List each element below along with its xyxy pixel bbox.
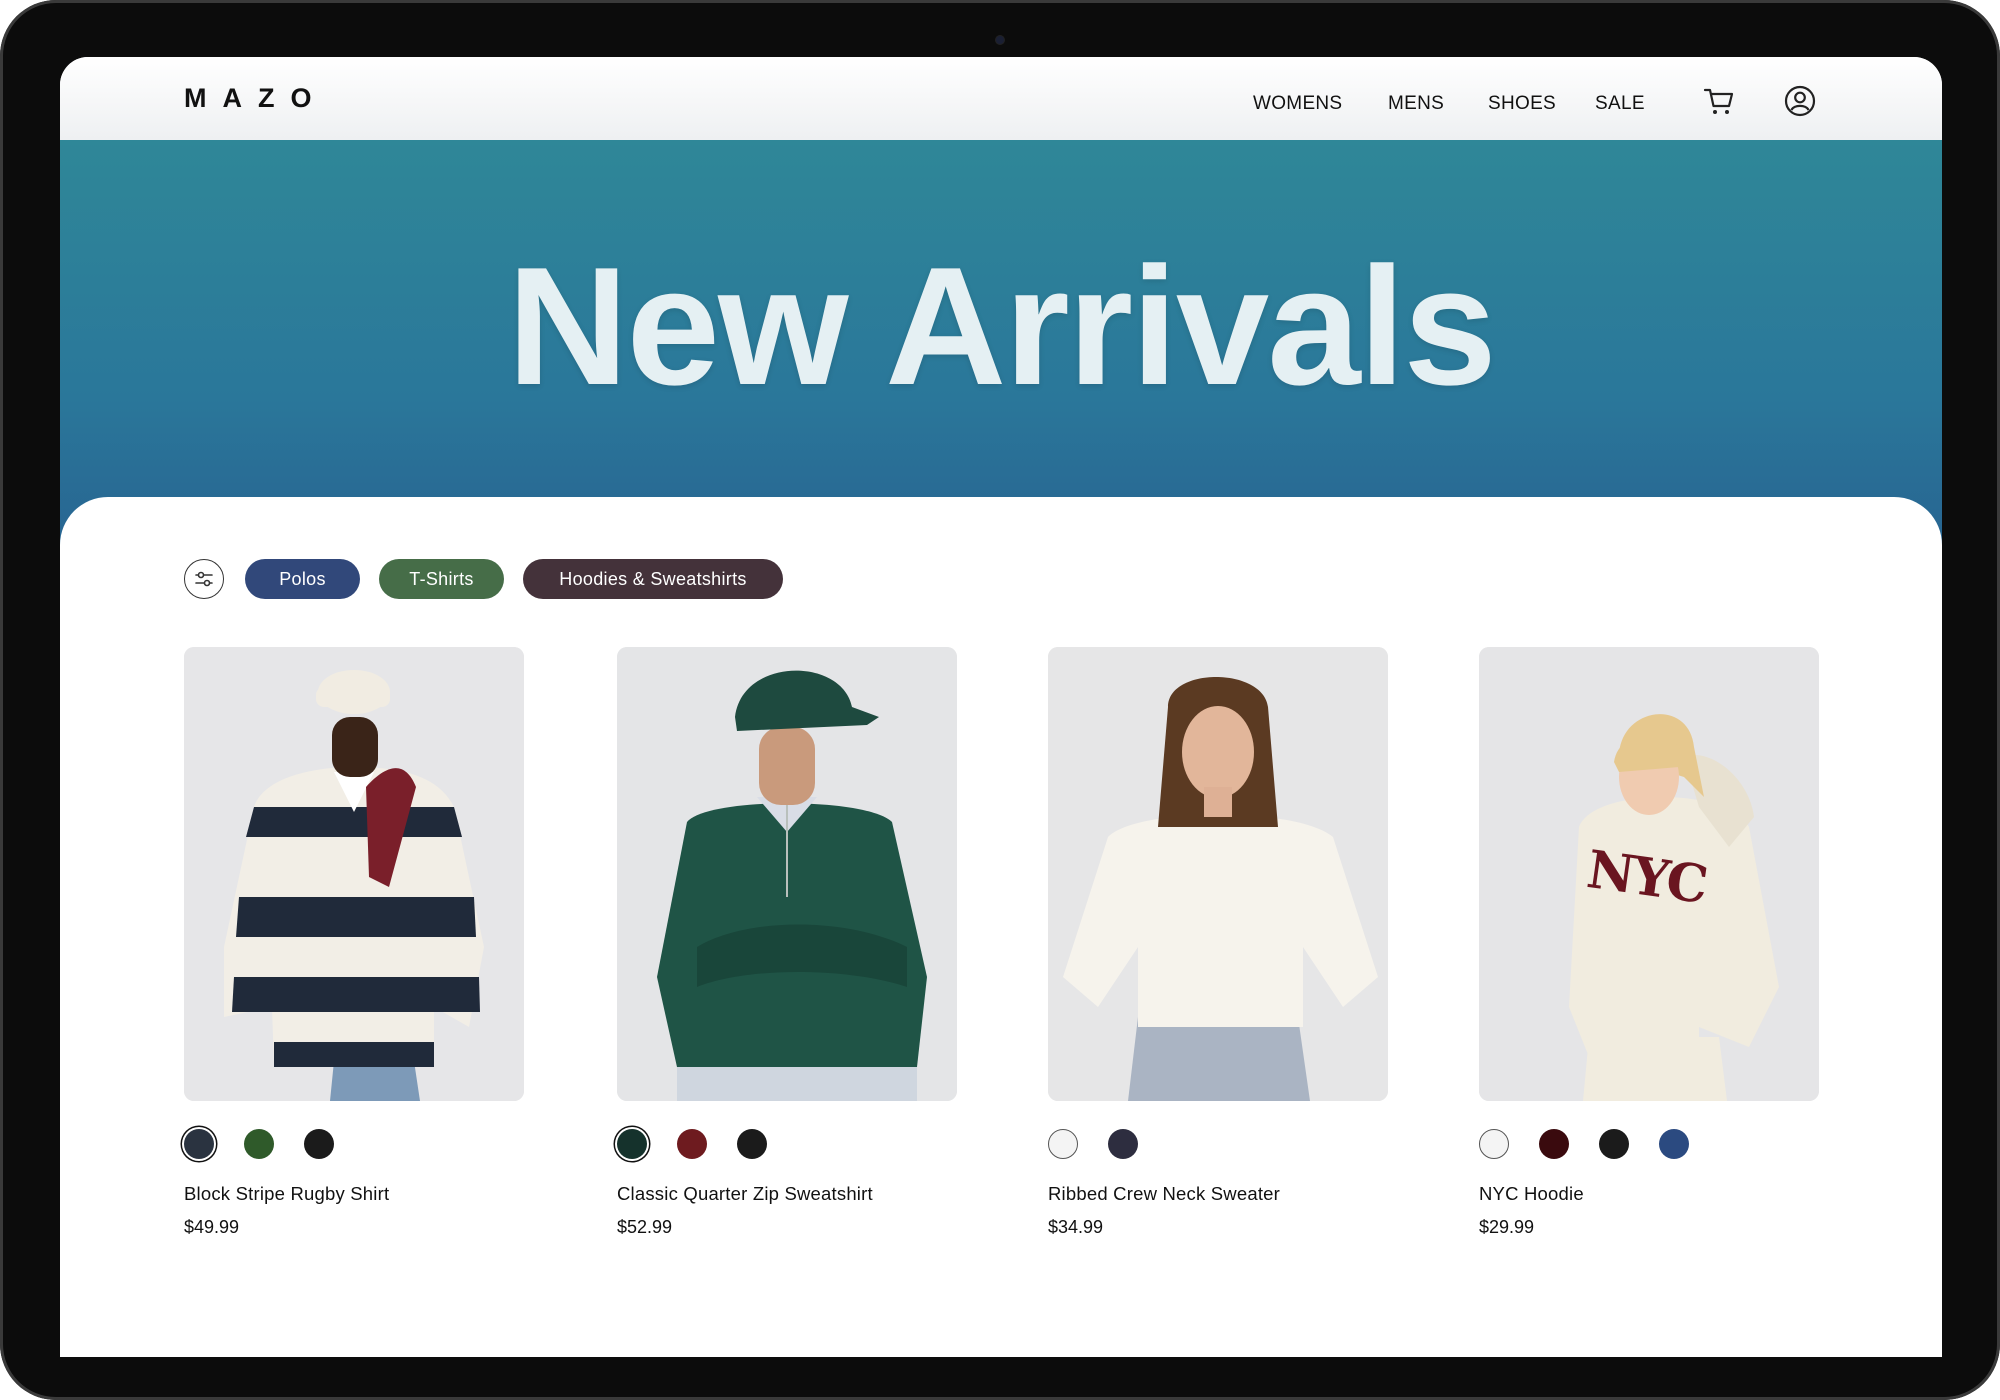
chip-t-shirts[interactable]: T-Shirts — [379, 559, 504, 599]
product-name[interactable]: Classic Quarter Zip Sweatshirt — [617, 1183, 957, 1205]
color-swatch[interactable] — [737, 1129, 767, 1159]
product-name[interactable]: NYC Hoodie — [1479, 1183, 1819, 1205]
color-swatch[interactable] — [677, 1129, 707, 1159]
product-price: $49.99 — [184, 1217, 240, 1237]
color-swatch[interactable] — [244, 1129, 274, 1159]
product-name[interactable]: Block Stripe Rugby Shirt — [184, 1183, 524, 1205]
nav-link-shoes[interactable]: SHOES — [1488, 93, 1556, 115]
color-swatches — [617, 1129, 957, 1163]
color-swatch[interactable] — [304, 1129, 334, 1159]
product-card: NYC NYC Hoodie $29.99 — [1479, 647, 1819, 1238]
color-swatch[interactable] — [184, 1129, 214, 1159]
color-swatch[interactable] — [1659, 1129, 1689, 1159]
nav-link-sale[interactable]: SALE — [1595, 93, 1645, 115]
product-price: $34.99 — [1048, 1217, 1104, 1237]
color-swatch[interactable] — [1599, 1129, 1629, 1159]
product-card: Classic Quarter Zip Sweatshirt $52.99 — [617, 647, 957, 1238]
product-price: $52.99 — [617, 1217, 673, 1237]
product-image-crew-neck-sweater[interactable] — [1048, 647, 1388, 1101]
user-icon[interactable] — [1782, 83, 1818, 119]
product-image-rugby-shirt[interactable] — [184, 647, 524, 1101]
color-swatches — [1479, 1129, 1819, 1163]
product-card: Ribbed Crew Neck Sweater $34.99 — [1048, 647, 1388, 1238]
hero-title: New Arrivals — [507, 232, 1497, 420]
color-swatch[interactable] — [1048, 1129, 1078, 1159]
color-swatch[interactable] — [1108, 1129, 1138, 1159]
device-frame: MAZO WOMENS MENS SHOES SALE New Arrivals… — [0, 0, 2000, 1400]
brand-logo[interactable]: MAZO — [184, 83, 327, 114]
product-section: Polos T-Shirts Hoodies & Sweatshirts Blo… — [60, 497, 1942, 1357]
top-navbar: MAZO WOMENS MENS SHOES SALE — [60, 57, 1942, 140]
product-image-quarter-zip[interactable] — [617, 647, 957, 1101]
browser-screen: MAZO WOMENS MENS SHOES SALE New Arrivals… — [60, 57, 1942, 1357]
product-name[interactable]: Ribbed Crew Neck Sweater — [1048, 1183, 1388, 1205]
color-swatch[interactable] — [617, 1129, 647, 1159]
nav-link-mens[interactable]: MENS — [1388, 93, 1444, 115]
nav-link-womens[interactable]: WOMENS — [1253, 93, 1342, 115]
chip-hoodies-sweatshirts[interactable]: Hoodies & Sweatshirts — [523, 559, 783, 599]
color-swatches — [184, 1129, 524, 1163]
product-card: Block Stripe Rugby Shirt $49.99 — [184, 647, 524, 1238]
chip-polos[interactable]: Polos — [245, 559, 360, 599]
color-swatch[interactable] — [1539, 1129, 1569, 1159]
color-swatches — [1048, 1129, 1388, 1163]
color-swatch[interactable] — [1479, 1129, 1509, 1159]
sliders-icon[interactable] — [184, 559, 224, 599]
cart-icon[interactable] — [1701, 83, 1737, 119]
product-image-nyc-hoodie[interactable]: NYC — [1479, 647, 1819, 1101]
camera-dot — [996, 36, 1004, 44]
product-price: $29.99 — [1479, 1217, 1535, 1237]
